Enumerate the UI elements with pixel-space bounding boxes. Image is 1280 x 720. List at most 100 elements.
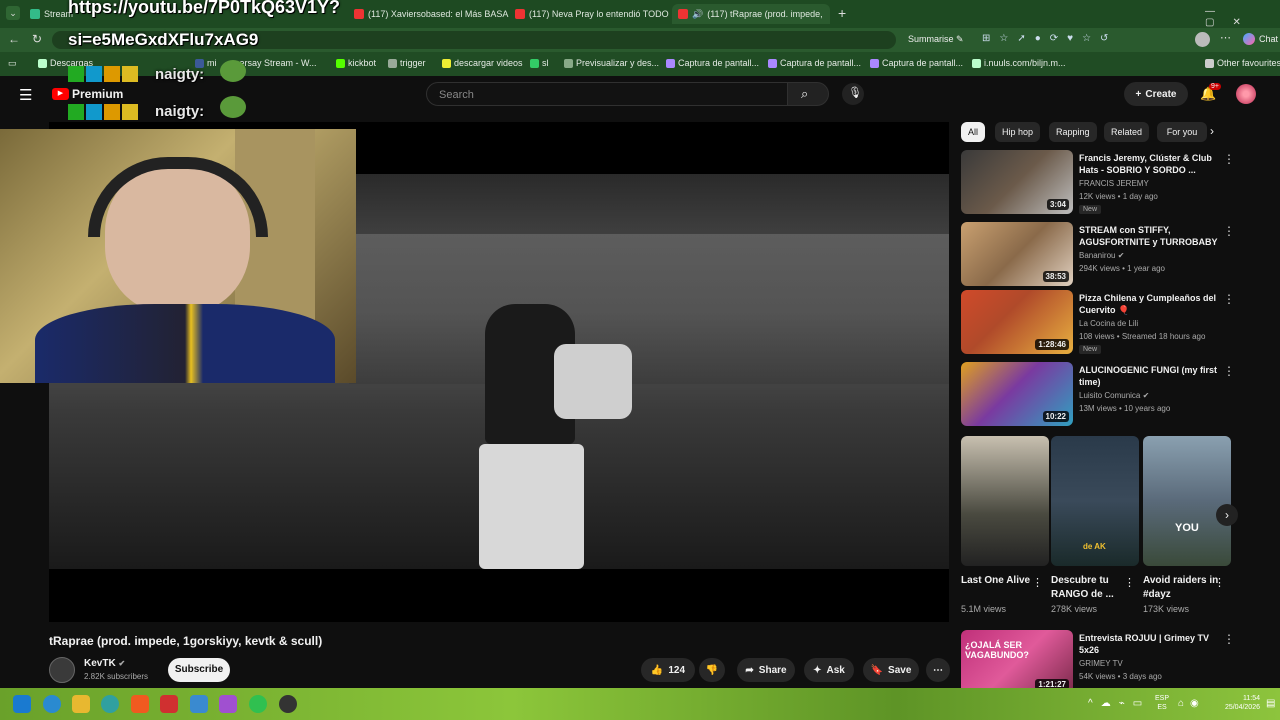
channel-label: Bananirou — [1079, 251, 1116, 260]
recommendation-card[interactable]: 1:28:46 Pizza Chilena y Cumpleaños del C… — [961, 290, 1251, 356]
bookmark-previsualizar[interactable]: Previsualizar y des... — [564, 58, 659, 68]
chip-for-you[interactable]: For you — [1157, 122, 1207, 142]
channel-name[interactable]: KevTK ✔ — [84, 658, 125, 669]
tab-xaviersobased[interactable]: (117) Xaviersobased: el Más BASAD✕ — [354, 4, 509, 24]
chip-rapping[interactable]: Rapping — [1049, 122, 1097, 142]
video-thumbnail[interactable]: 3:04 — [961, 150, 1073, 214]
bookmark-captura-3[interactable]: Captura de pantall... — [870, 58, 963, 68]
summarise-button[interactable]: Summarise ✎ — [908, 34, 964, 45]
bookmark-captura-2[interactable]: Captura de pantall... — [768, 58, 861, 68]
hamburger-menu-icon[interactable]: ☰ — [19, 86, 32, 104]
recommendation-title[interactable]: Francis Jeremy, Clúster & Club Hats - SO… — [1079, 152, 1229, 176]
back-arrow-icon[interactable]: ← — [8, 32, 20, 46]
whatsapp-icon[interactable] — [249, 695, 267, 713]
recommendation-channel[interactable]: Luisito Comunica ✔ — [1079, 390, 1149, 402]
windows-start-icon[interactable] — [13, 695, 31, 713]
tab-menu-icon[interactable]: ⌄ — [6, 6, 20, 20]
search-input[interactable]: Search — [426, 82, 788, 106]
subscribe-button[interactable]: Subscribe — [168, 658, 230, 682]
tab-neva-pray[interactable]: (117) Neva Pray lo entendió TODO✕ — [515, 4, 670, 24]
account-avatar[interactable] — [1236, 84, 1256, 104]
avatar[interactable] — [1195, 32, 1210, 47]
copilot-chat-button[interactable]: Chat — [1243, 33, 1278, 45]
bookmark-kickbot[interactable]: kickbot — [336, 58, 376, 68]
brave-icon[interactable] — [131, 695, 149, 713]
recommendation-card[interactable]: 3:04 Francis Jeremy, Clúster & Club Hats… — [961, 150, 1251, 216]
video-thumbnail[interactable]: 10:22 — [961, 362, 1073, 426]
youtube-favicon-icon — [678, 9, 688, 19]
youtube-logo[interactable]: ▶ Premium — [52, 87, 123, 101]
edge-pinned-icon[interactable] — [101, 695, 119, 713]
recommendation-title[interactable]: STREAM con STIFFY, AGUSFORTNITE y TURROB… — [1079, 224, 1229, 248]
video-thumbnail[interactable]: 1:28:46 — [961, 290, 1073, 354]
recommendation-card[interactable]: 10:22 ALUCINOGENIC FUNGI (my first time)… — [961, 362, 1251, 428]
language-indicator[interactable]: ESP ES — [1155, 694, 1169, 712]
share-button[interactable]: ➦ Share — [737, 658, 795, 682]
short-thumbnail[interactable]: de AK — [1051, 436, 1139, 566]
more-options-icon[interactable]: ⋮ — [1223, 224, 1235, 238]
shorts-next-button[interactable]: › — [1216, 504, 1238, 526]
recommendation-channel[interactable]: Bananirou ✔ — [1079, 250, 1124, 262]
notifications-button[interactable]: 🔔 9+ — [1200, 83, 1221, 102]
extensions-icons[interactable]: ⊞☆➚●⟳♥☆↺ — [982, 33, 1117, 44]
new-tab-button[interactable]: + — [838, 5, 846, 21]
edge-icon[interactable] — [43, 695, 61, 713]
video-thumbnail[interactable]: ¿OJALÁ SER VAGABUNDO? 1:21:27 — [961, 630, 1073, 694]
sidebar-toggle-icon[interactable]: ▭ — [8, 58, 17, 69]
video-wall — [349, 234, 949, 384]
bookmark-sl[interactable]: sl — [530, 58, 549, 68]
chip-all[interactable]: All — [961, 122, 986, 142]
bookmark-descargar-videos[interactable]: descargar videos — [442, 58, 523, 68]
search-button[interactable]: ⌕ — [787, 82, 829, 106]
voice-search-button[interactable]: 🎙 — [842, 83, 864, 105]
short-title[interactable]: Avoid raiders in #dayz — [1143, 574, 1221, 602]
short-thumbnail[interactable] — [961, 436, 1049, 566]
recommendation-channel[interactable]: GRIMEY TV — [1079, 658, 1123, 670]
bookmark-trigger[interactable]: trigger — [388, 58, 426, 68]
app-icon[interactable] — [160, 695, 178, 713]
short-title[interactable]: Last One Alive — [961, 574, 1039, 588]
bookmark-inuuls[interactable]: i.nuuls.com/biljn.m... — [972, 58, 1066, 68]
video-thumbnail[interactable]: 38:53 — [961, 222, 1073, 286]
bookmark-captura-1[interactable]: Captura de pantall... — [666, 58, 759, 68]
chevron-right-icon[interactable]: › — [1210, 124, 1214, 138]
short-title[interactable]: Descubre tu RANGO de ... — [1051, 574, 1129, 602]
more-options-icon[interactable]: ⋮ — [1223, 364, 1235, 378]
more-icon[interactable]: ⋯ — [1220, 31, 1231, 44]
recommendation-card[interactable]: 38:53 STREAM con STIFFY, AGUSFORTNITE y … — [961, 222, 1251, 288]
bookmark-other-favourites[interactable]: Other favourites — [1205, 58, 1280, 68]
tab-traprae[interactable]: 🔊(117) tRaprae (prod. impede,✕ — [672, 4, 830, 24]
file-explorer-icon[interactable] — [72, 695, 90, 713]
more-options-icon[interactable]: ⋮ — [1223, 152, 1235, 166]
tray-icons[interactable]: ^☁⌁▭ — [1088, 698, 1150, 709]
window-controls[interactable]: —▢✕ — [1205, 6, 1280, 28]
notification-center-icon[interactable]: ▤ — [1266, 698, 1275, 709]
network-sound-icons[interactable]: ⌂◉ — [1178, 698, 1205, 709]
chip-related[interactable]: Related — [1104, 122, 1150, 142]
clock[interactable]: 11:54 25/04/2026 — [1218, 694, 1260, 712]
more-options-icon[interactable]: ⋮ — [1223, 632, 1235, 646]
more-actions-button[interactable]: ⋯ — [926, 658, 950, 682]
more-options-icon[interactable]: ⋮ — [1214, 576, 1225, 589]
more-options-icon[interactable]: ⋮ — [1223, 292, 1235, 306]
app-icon[interactable] — [190, 695, 208, 713]
recommendation-card[interactable]: ¿OJALÁ SER VAGABUNDO? 1:21:27 Entrevista… — [961, 630, 1251, 696]
dislike-button[interactable]: 👎 — [699, 658, 725, 682]
recommendation-title[interactable]: Entrevista ROJUU | Grimey TV 5x26 — [1079, 632, 1229, 656]
reload-icon[interactable]: ↻ — [32, 32, 42, 46]
ask-button[interactable]: ✦ Ask — [804, 658, 854, 682]
like-button[interactable]: 👍 124 — [641, 658, 695, 682]
recommendation-title[interactable]: Pizza Chilena y Cumpleaños del Cuervito … — [1079, 292, 1229, 316]
chip-hip-hop[interactable]: Hip hop — [995, 122, 1041, 142]
create-button[interactable]: + Create — [1124, 82, 1188, 106]
more-options-icon[interactable]: ⋮ — [1124, 576, 1135, 589]
app-icon[interactable] — [219, 695, 237, 713]
channel-avatar[interactable] — [49, 657, 75, 683]
short-thumbnail[interactable]: YOU — [1143, 436, 1231, 566]
recommendation-channel[interactable]: FRANCIS JEREMY — [1079, 178, 1149, 190]
recommendation-channel[interactable]: La Cocina de Lili — [1079, 318, 1138, 330]
obs-icon[interactable] — [279, 695, 297, 713]
more-options-icon[interactable]: ⋮ — [1032, 576, 1043, 589]
recommendation-title[interactable]: ALUCINOGENIC FUNGI (my first time) — [1079, 364, 1229, 388]
save-button[interactable]: 🔖 Save — [863, 658, 919, 682]
